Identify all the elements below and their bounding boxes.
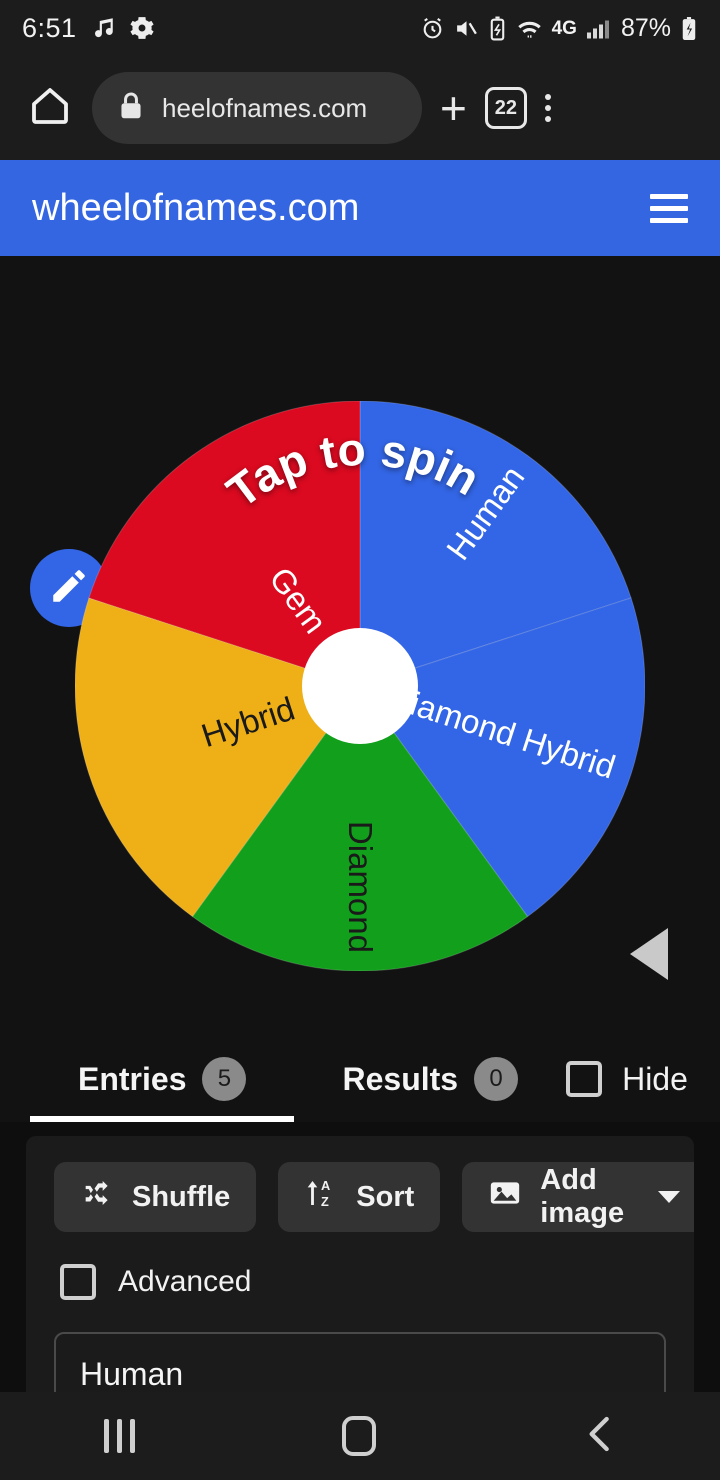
page-title: wheelofnames.com [32, 186, 360, 229]
advanced-checkbox[interactable] [60, 1264, 96, 1300]
tab-entries-label: Entries [78, 1060, 187, 1097]
alarm-icon [420, 16, 445, 41]
browser-toolbar: heelofnames.com + 22 [0, 56, 720, 160]
sort-label: Sort [356, 1180, 415, 1213]
battery-percent-label: 87% [620, 13, 671, 42]
spin-wheel[interactable]: Human Diamond Hybrid Diamond Hybrid Gem Tap … [75, 401, 645, 971]
shuffle-label: Shuffle [132, 1180, 231, 1213]
advanced-toggle[interactable]: Advanced [54, 1264, 666, 1300]
advanced-label: Advanced [118, 1265, 252, 1298]
add-image-button[interactable]: Add image [462, 1162, 694, 1232]
app-header: wheelofnames.com [0, 160, 720, 256]
signal-bars-icon [586, 16, 612, 41]
wheel-pointer-icon [630, 928, 668, 980]
recents-icon[interactable] [103, 1419, 135, 1453]
lock-icon [118, 91, 144, 126]
wheel-segment-label: Diamond [342, 821, 379, 953]
overflow-menu-icon[interactable] [544, 94, 551, 122]
tab-switcher-icon[interactable]: 22 [484, 87, 527, 129]
tab-entries[interactable]: Entries 5 [30, 1036, 295, 1122]
chevron-down-icon[interactable] [658, 1191, 681, 1203]
url-bar[interactable]: heelofnames.com [92, 72, 422, 144]
svg-text:A: A [321, 1178, 330, 1193]
settings-gear-icon [129, 15, 155, 41]
results-count-badge: 0 [474, 1057, 519, 1101]
status-bar-right: 4G 87% [420, 14, 698, 43]
network-4g-icon: 4G [552, 19, 577, 38]
new-tab-plus-icon[interactable]: + [440, 85, 467, 131]
battery-charging-icon [680, 16, 698, 41]
music-note-icon [90, 15, 116, 41]
tab-bar: Entries 5 Results 0 Hide [0, 1036, 720, 1122]
wheel-svg[interactable]: HumanDiamond HybridDiamondHybridGem Tap … [75, 401, 645, 971]
status-clock: 6:51 [22, 12, 77, 43]
home-icon[interactable] [341, 1416, 376, 1456]
hide-toggle[interactable]: Hide [566, 1061, 714, 1098]
url-text: heelofnames.com [162, 92, 368, 123]
svg-text:Z: Z [321, 1194, 329, 1209]
wifi-icon [516, 16, 543, 41]
entries-toolbar: Shuffle AZ Sort Add image [54, 1162, 694, 1232]
status-bar-left: 6:51 [22, 13, 155, 44]
status-bar: 6:51 4G 87% [0, 0, 720, 56]
add-image-label: Add image [540, 1164, 625, 1229]
mute-icon [454, 16, 479, 41]
shuffle-icon [80, 1176, 114, 1218]
shuffle-button[interactable]: Shuffle [54, 1162, 257, 1232]
hamburger-menu-icon[interactable] [650, 193, 688, 223]
hide-label: Hide [622, 1060, 688, 1097]
back-icon[interactable] [583, 1414, 617, 1459]
tab-results-label: Results [342, 1060, 459, 1097]
home-icon[interactable] [26, 82, 74, 135]
entries-panel: Shuffle AZ Sort Add image Advanced Human [26, 1136, 694, 1406]
android-nav-bar [0, 1392, 720, 1480]
image-icon [488, 1176, 522, 1218]
battery-saver-icon [488, 16, 507, 41]
hide-checkbox[interactable] [566, 1061, 603, 1097]
tab-results[interactable]: Results 0 [294, 1036, 566, 1122]
sort-az-icon: AZ [304, 1176, 338, 1218]
network-label: 4G [551, 17, 577, 39]
sort-button[interactable]: AZ Sort [278, 1162, 441, 1232]
entries-count-badge: 5 [202, 1057, 247, 1101]
wheel-hub[interactable] [302, 628, 418, 744]
wheel-area: Human Diamond Hybrid Diamond Hybrid Gem Tap … [0, 256, 720, 1036]
